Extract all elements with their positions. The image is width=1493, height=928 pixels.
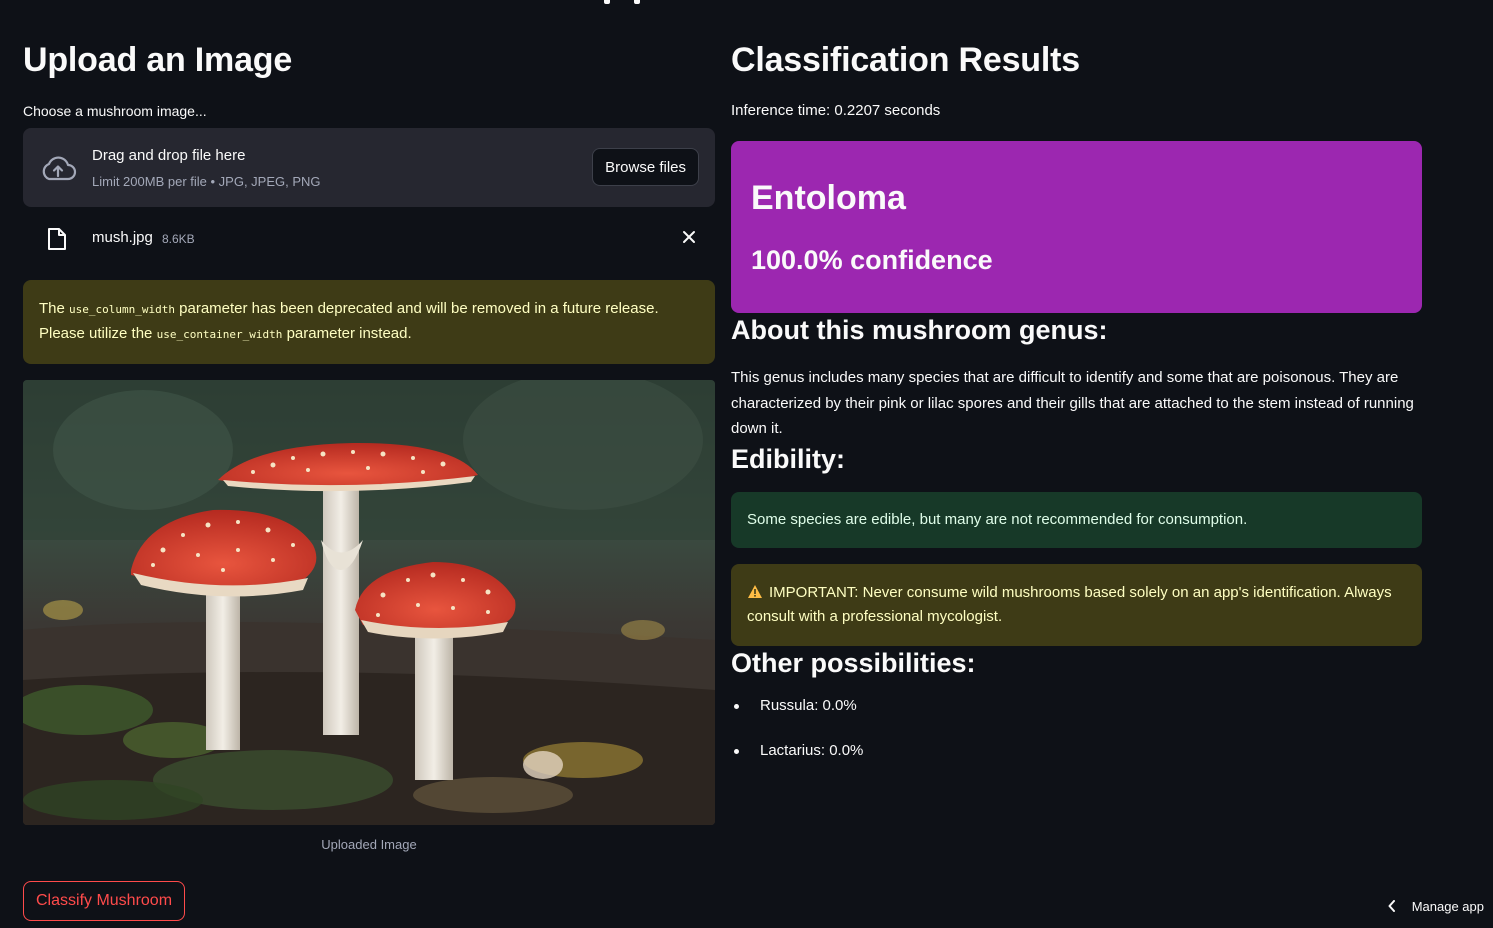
- uploaded-file-row: mush.jpg 8.6KB: [23, 207, 715, 271]
- warning-icon: [748, 584, 762, 598]
- dropzone-title: Drag and drop file here: [92, 147, 246, 164]
- cloud-upload-icon: [42, 156, 77, 181]
- code-use-container-width: use_container_width: [156, 328, 283, 341]
- predicted-genus: Entoloma: [751, 179, 906, 217]
- results-column: Classification Results Inference time: 0…: [731, 38, 1422, 786]
- upload-heading: Upload an Image: [23, 41, 293, 79]
- deprecation-warning: The use_column_width parameter has been …: [23, 280, 715, 364]
- other-possibilities-heading: Other possibilities:: [731, 647, 976, 678]
- important-text: IMPORTANT: Never consume wild mushrooms …: [747, 583, 1392, 625]
- prediction-confidence: 100.0% confidence: [751, 245, 993, 275]
- about-heading: About this mushroom genus:: [731, 315, 1108, 345]
- manage-app-button[interactable]: Manage app: [1388, 894, 1484, 918]
- warning-text-1: The: [39, 300, 70, 317]
- file-dropzone[interactable]: Drag and drop file here Limit 200MB per …: [23, 128, 715, 207]
- manage-app-label: Manage app: [1411, 898, 1484, 914]
- app-page: Upload an Image Choose a mushroom image.…: [0, 0, 1493, 928]
- code-use-column-width: use_column_width: [69, 303, 175, 316]
- close-icon[interactable]: [681, 229, 697, 245]
- important-warning: IMPORTANT: Never consume wild mushrooms …: [731, 563, 1422, 646]
- list-item: Russula: 0.0%: [731, 696, 1422, 716]
- image-caption: Uploaded Image: [321, 837, 417, 852]
- possibilities-list: Russula: 0.0% Lactarius: 0.0%: [731, 696, 1422, 761]
- about-text: This genus includes many species that ar…: [731, 369, 1414, 437]
- top-decoration: [604, 0, 640, 4]
- uploader-label: Choose a mushroom image...: [23, 103, 207, 119]
- inference-time: Inference time: 0.2207 seconds: [731, 102, 941, 119]
- uploaded-mushroom-image: [23, 380, 715, 825]
- chevron-left-icon: [1388, 900, 1395, 912]
- file-name: mush.jpg: [92, 229, 153, 246]
- mushroom-photo: [23, 380, 715, 825]
- file-size: 8.6KB: [162, 232, 195, 246]
- edibility-heading: Edibility:: [731, 443, 845, 474]
- warning-text-3: parameter instead.: [282, 325, 412, 342]
- results-heading: Classification Results: [731, 41, 1080, 79]
- upload-column: Upload an Image Choose a mushroom image.…: [23, 38, 715, 852]
- edibility-info: Some species are edible, but many are no…: [731, 491, 1422, 548]
- classify-mushroom-button[interactable]: Classify Mushroom: [23, 881, 186, 921]
- browse-files-button[interactable]: Browse files: [592, 148, 699, 186]
- file-icon: [48, 228, 66, 250]
- list-item: Lactarius: 0.0%: [731, 741, 1422, 761]
- prediction-card: Entoloma 100.0% confidence: [731, 141, 1422, 313]
- dropzone-limit: Limit 200MB per file • JPG, JPEG, PNG: [92, 174, 321, 189]
